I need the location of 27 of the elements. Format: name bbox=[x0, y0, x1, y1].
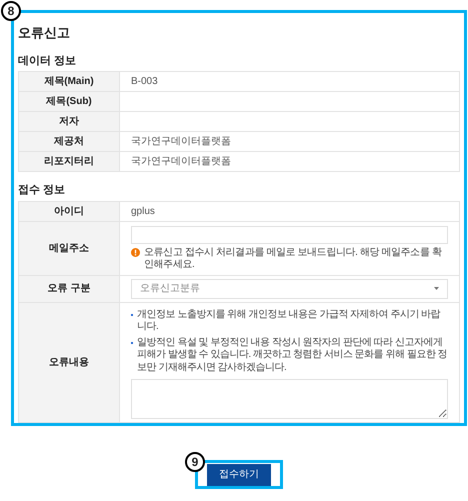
row-label: 리포지터리 bbox=[19, 152, 120, 171]
row-label: 오류 구분 bbox=[19, 276, 120, 302]
row-value: 국가연구데이터플랫폼 bbox=[131, 155, 232, 169]
guideline-text: 개인정보 노출방지를 위해 개인정보 내용은 가급적 자제하여 주시기 바랍니다. bbox=[137, 308, 442, 334]
row-label: 제목(Sub) bbox=[19, 92, 120, 111]
callout-number: 9 bbox=[185, 452, 205, 472]
submit-button[interactable]: 접수하기 bbox=[207, 464, 271, 486]
warning-icon bbox=[131, 248, 140, 256]
section-heading: 접수 정보 bbox=[18, 183, 66, 198]
error-type-dropdown[interactable]: 오류신고분류 bbox=[131, 278, 448, 298]
email-notice: 오류신고 접수시 처리결과를 메일로 보내드립니다. 해당 메일주소를 확인해주세요. bbox=[144, 246, 443, 270]
row-label: 제공처 bbox=[19, 132, 120, 151]
row-label: 아이디 bbox=[19, 202, 120, 220]
callout-number: 8 bbox=[1, 1, 21, 21]
row-label: 제목(Main) bbox=[19, 72, 120, 91]
guideline-text: 일방적인 욕설 및 부정적인 내용 작성시 원작자의 판단에 따라 신고자에게 피해가 발생할 수 있습니다. 깨끗하고 청렴한 서비스 문화를 위해 필요한 정보만 기재해주시면 감사하겠습니다. bbox=[137, 336, 448, 374]
section-heading: 데이터 정보 bbox=[18, 54, 78, 68]
caret-icon bbox=[434, 287, 439, 290]
email-field[interactable] bbox=[131, 226, 448, 244]
row-value: 국가연구데이터플랫폼 bbox=[131, 135, 232, 149]
error-content-textarea[interactable] bbox=[131, 379, 448, 419]
form-title: 오류신고 bbox=[18, 24, 71, 42]
row-label: 저자 bbox=[19, 112, 120, 131]
row-label: 메일주소 bbox=[19, 222, 120, 274]
row-value: B-003 bbox=[131, 75, 159, 89]
row-label: 오류내용 bbox=[19, 302, 120, 422]
row-value: gplus bbox=[131, 204, 156, 218]
